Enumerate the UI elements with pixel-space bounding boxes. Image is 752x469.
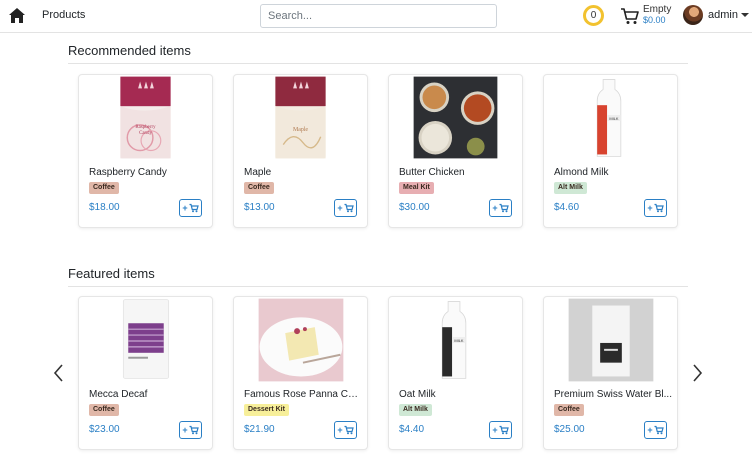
avatar[interactable] <box>683 5 703 25</box>
coin-badge[interactable]: 0 <box>583 5 604 26</box>
product-price: $23.00 <box>89 424 120 435</box>
plus-icon: + <box>337 424 343 435</box>
add-to-cart-button[interactable]: + <box>489 199 512 217</box>
product-card[interactable]: MILK Almond Milk Alt Milk $4.60 + <box>543 74 678 228</box>
category-badge: Coffee <box>244 182 274 194</box>
product-image-raspberry-candy: Raspberry Candy <box>120 76 171 159</box>
cart-summary[interactable]: Empty $0.00 <box>643 4 672 26</box>
add-to-cart-button[interactable]: + <box>179 421 202 439</box>
section-title-recommended: Recommended items <box>68 43 191 58</box>
product-price: $4.60 <box>554 202 580 213</box>
add-to-cart-button[interactable]: + <box>489 421 512 439</box>
plus-icon: + <box>492 202 498 213</box>
cart-icon[interactable] <box>620 6 640 26</box>
category-badge: Alt Milk <box>399 404 432 416</box>
product-card[interactable]: Raspberry Candy Raspberry Candy Coffee $… <box>78 74 213 228</box>
home-icon[interactable] <box>8 7 26 24</box>
nav-products-link[interactable]: Products <box>42 9 85 21</box>
coin-count: 0 <box>590 10 597 21</box>
product-name[interactable]: Oat Milk <box>399 389 517 400</box>
product-image-almond-milk: MILK <box>596 79 622 157</box>
plus-icon: + <box>647 202 653 213</box>
cart-status: Empty <box>643 4 672 15</box>
navbar: Products 0 Empty $0.00 admin <box>0 0 752 33</box>
product-card[interactable]: MILK Oat Milk Alt Milk $4.40 + <box>388 296 523 450</box>
cart-icon <box>189 203 199 213</box>
add-to-cart-button[interactable]: + <box>644 199 667 217</box>
section-divider <box>68 286 688 287</box>
product-card[interactable]: Premium Swiss Water Bl... Coffee $25.00 … <box>543 296 678 450</box>
svg-text:MILK: MILK <box>609 116 619 121</box>
product-image-maple: Maple <box>275 76 326 159</box>
plus-icon: + <box>337 202 343 213</box>
user-name[interactable]: admin <box>708 9 738 21</box>
product-card[interactable]: Butter Chicken Meal Kit $30.00 + <box>388 74 523 228</box>
product-name[interactable]: Premium Swiss Water Bl... <box>554 389 672 400</box>
category-badge: Coffee <box>89 404 119 416</box>
product-card[interactable]: Famous Rose Panna Cotta Dessert Kit $21.… <box>233 296 368 450</box>
product-name[interactable]: Raspberry Candy <box>89 167 207 178</box>
product-name[interactable]: Maple <box>244 167 362 178</box>
product-image-oat-milk: MILK <box>441 301 467 379</box>
category-badge: Dessert Kit <box>244 404 289 416</box>
plus-icon: + <box>647 424 653 435</box>
plus-icon: + <box>182 424 188 435</box>
cart-icon <box>189 425 199 435</box>
product-card[interactable]: Mecca Decaf Coffee $23.00 + <box>78 296 213 450</box>
carousel-next-arrow-icon[interactable] <box>690 363 704 383</box>
svg-text:Candy: Candy <box>139 131 152 136</box>
cart-icon <box>654 203 664 213</box>
plus-icon: + <box>492 424 498 435</box>
section-title-featured: Featured items <box>68 266 155 281</box>
chevron-down-icon[interactable] <box>741 13 749 17</box>
product-card[interactable]: Maple Maple Coffee $13.00 + <box>233 74 368 228</box>
product-image-panna-cotta <box>258 298 344 382</box>
add-to-cart-button[interactable]: + <box>644 421 667 439</box>
add-to-cart-button[interactable]: + <box>179 199 202 217</box>
category-badge: Alt Milk <box>554 182 587 194</box>
product-name[interactable]: Almond Milk <box>554 167 672 178</box>
product-image-butter-chicken <box>413 76 498 159</box>
product-image-mecca-decaf <box>122 299 170 379</box>
cart-icon <box>344 203 354 213</box>
product-image-swiss-water <box>568 298 654 382</box>
product-name[interactable]: Mecca Decaf <box>89 389 207 400</box>
product-price: $30.00 <box>399 202 430 213</box>
cart-icon <box>344 425 354 435</box>
plus-icon: + <box>182 202 188 213</box>
product-price: $25.00 <box>554 424 585 435</box>
product-name[interactable]: Famous Rose Panna Cotta <box>244 389 362 400</box>
section-divider <box>68 63 688 64</box>
product-name[interactable]: Butter Chicken <box>399 167 517 178</box>
carousel-prev-arrow-icon[interactable] <box>52 363 66 383</box>
svg-text:Maple: Maple <box>293 127 308 133</box>
cart-icon <box>499 203 509 213</box>
cart-total: $0.00 <box>643 15 666 25</box>
product-price: $18.00 <box>89 202 120 213</box>
cart-icon <box>499 425 509 435</box>
add-to-cart-button[interactable]: + <box>334 199 357 217</box>
add-to-cart-button[interactable]: + <box>334 421 357 439</box>
svg-text:Raspberry: Raspberry <box>135 125 156 130</box>
product-price: $21.90 <box>244 424 275 435</box>
search-input[interactable] <box>260 4 497 28</box>
category-badge: Meal Kit <box>399 182 434 194</box>
category-badge: Coffee <box>89 182 119 194</box>
svg-text:MILK: MILK <box>454 338 464 343</box>
category-badge: Coffee <box>554 404 584 416</box>
product-price: $4.40 <box>399 424 425 435</box>
product-price: $13.00 <box>244 202 275 213</box>
cart-icon <box>654 425 664 435</box>
